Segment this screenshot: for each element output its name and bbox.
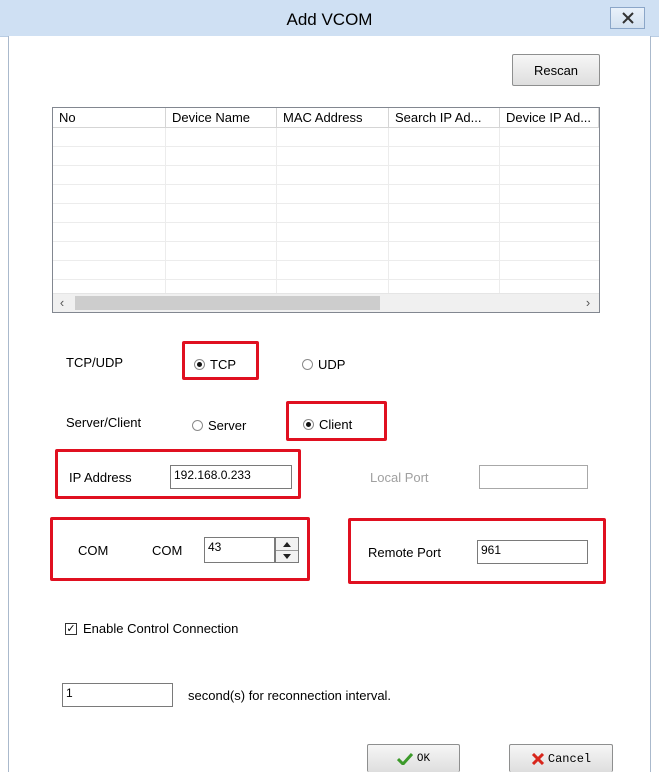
ok-button-label: OK xyxy=(416,752,431,765)
radio-server-label: Server xyxy=(208,418,247,433)
rescan-button[interactable]: Rescan xyxy=(512,54,600,86)
radio-udp-label: UDP xyxy=(318,357,346,372)
table-row xyxy=(53,204,599,223)
remote-port-input[interactable]: 961 xyxy=(477,540,588,564)
com-label: COM xyxy=(78,543,109,558)
radio-tcp-label: TCP xyxy=(210,357,236,372)
local-port-label: Local Port xyxy=(370,470,429,485)
com-stepper[interactable] xyxy=(275,537,299,563)
cancel-button[interactable]: Cancel xyxy=(509,744,613,772)
radio-selected-icon xyxy=(194,359,205,370)
scrollbar-thumb[interactable] xyxy=(75,296,380,310)
close-button[interactable] xyxy=(610,7,645,29)
local-port-input[interactable] xyxy=(479,465,588,489)
scroll-right-arrow-icon[interactable]: › xyxy=(581,296,595,310)
column-divider xyxy=(276,128,277,294)
column-header-search-ip[interactable]: Search IP Ad... xyxy=(389,108,500,128)
column-divider xyxy=(165,128,166,294)
cancel-x-icon xyxy=(531,752,544,765)
remote-port-label: Remote Port xyxy=(368,545,441,560)
stepper-down-button[interactable] xyxy=(276,550,298,562)
ip-address-input[interactable]: 192.168.0.233 xyxy=(170,465,292,489)
table-row xyxy=(53,128,599,147)
mode-label: Server/Client xyxy=(66,415,142,430)
radio-selected-icon xyxy=(303,419,314,430)
table-row xyxy=(53,185,599,204)
reconnect-interval-label: second(s) for reconnection interval. xyxy=(188,688,392,703)
table-row xyxy=(53,147,599,166)
radio-server[interactable]: Server xyxy=(192,418,246,433)
column-header-no[interactable]: No xyxy=(53,108,166,128)
column-divider xyxy=(388,128,389,294)
enable-control-label: Enable Control Connection xyxy=(83,621,239,636)
enable-control-checkbox[interactable]: ✓ Enable Control Connection xyxy=(65,621,238,636)
radio-unselected-icon xyxy=(192,420,203,431)
window-title: Add VCOM xyxy=(286,10,373,29)
column-header-device-name[interactable]: Device Name xyxy=(166,108,277,128)
radio-tcp[interactable]: TCP xyxy=(194,357,236,372)
reconnect-interval-input[interactable]: 1 xyxy=(62,683,173,707)
com-number-input[interactable]: 43 xyxy=(204,537,275,563)
chevron-up-icon xyxy=(283,541,291,547)
checkbox-checked-icon: ✓ xyxy=(65,622,77,635)
table-row xyxy=(53,261,599,280)
table-row xyxy=(53,242,599,261)
chevron-down-icon xyxy=(283,553,291,559)
device-list[interactable]: No Device Name MAC Address Search IP Ad.… xyxy=(52,107,600,313)
radio-client-label: Client xyxy=(319,417,353,432)
radio-unselected-icon xyxy=(302,359,313,370)
ip-address-label: IP Address xyxy=(69,470,132,485)
column-header-device-ip[interactable]: Device IP Ad... xyxy=(500,108,599,128)
column-header-mac-address[interactable]: MAC Address xyxy=(277,108,389,128)
radio-client[interactable]: Client xyxy=(303,417,352,432)
table-row xyxy=(53,223,599,242)
horizontal-scrollbar[interactable]: ‹ › xyxy=(53,293,599,312)
checkmark-icon xyxy=(396,752,413,765)
table-row xyxy=(53,166,599,185)
com-prefix: COM xyxy=(152,543,183,558)
close-icon xyxy=(621,12,634,24)
column-divider xyxy=(499,128,500,294)
ok-button[interactable]: OK xyxy=(367,744,460,772)
radio-udp[interactable]: UDP xyxy=(302,357,345,372)
protocol-label: TCP/UDP xyxy=(66,355,124,370)
cancel-button-label: Cancel xyxy=(547,751,592,766)
scroll-left-arrow-icon[interactable]: ‹ xyxy=(55,296,69,310)
